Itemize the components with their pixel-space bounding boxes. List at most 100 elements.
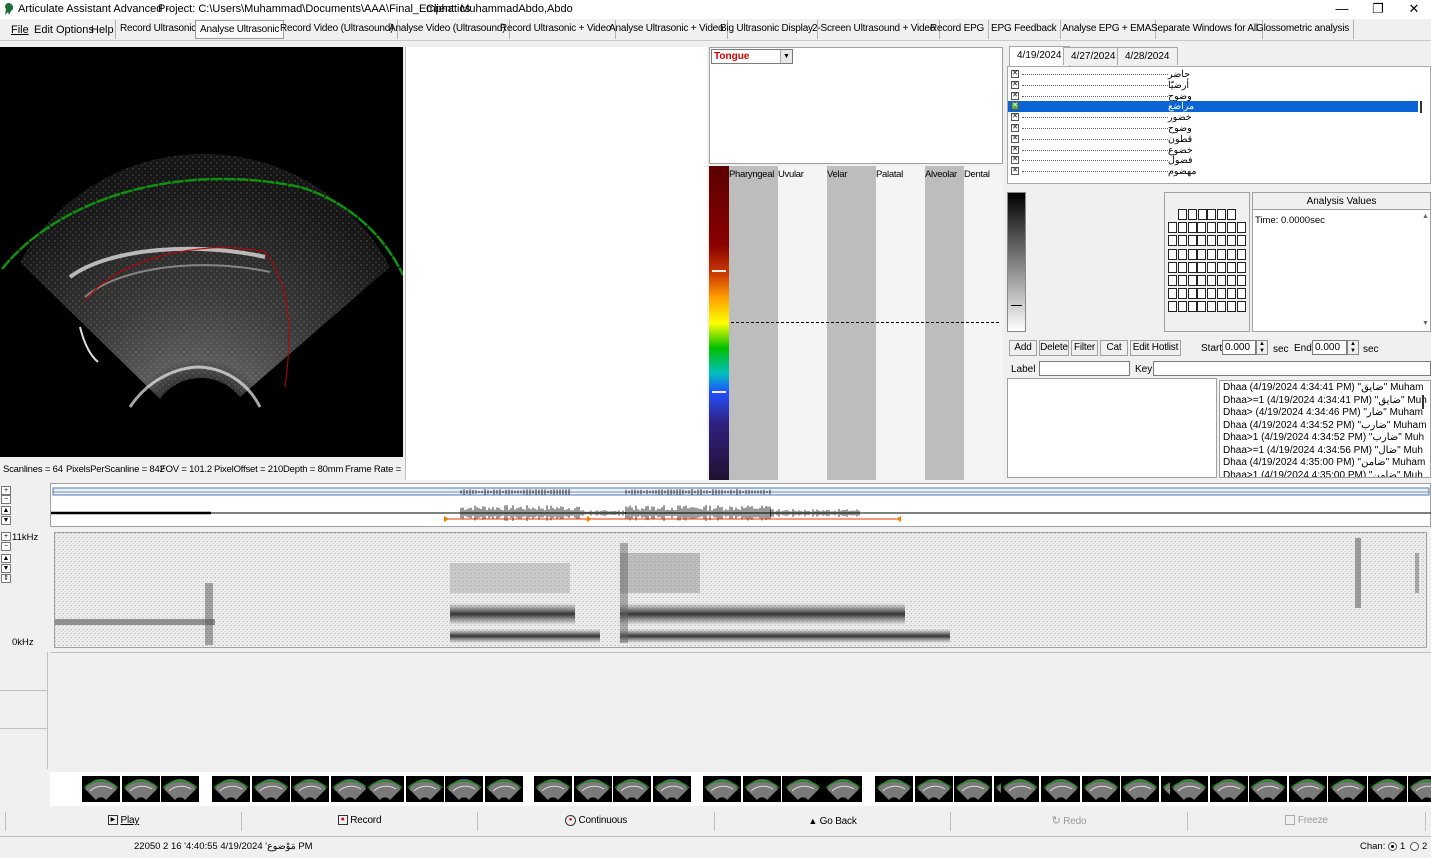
expand-icon[interactable]: ⇕: [1, 574, 11, 583]
scroll-up-icon[interactable]: ▲: [1, 506, 11, 515]
frame-thumbnail[interactable]: [823, 776, 862, 802]
frame-thumbnail[interactable]: [875, 776, 913, 802]
end-spinner-icon[interactable]: ▲ ▼: [1347, 340, 1359, 355]
frame-thumbnail[interactable]: [742, 776, 781, 802]
tab-record-ultrasonic[interactable]: Record Ultrasonic: [115, 20, 202, 39]
frame-thumbnail[interactable]: [405, 776, 444, 802]
list-item-selected[interactable]: ✕ مراضع: [1008, 101, 1418, 112]
frame-thumbnail[interactable]: [330, 776, 369, 802]
continuous-button[interactable]: ● Continuous: [478, 812, 715, 831]
selection-end-marker[interactable]: [896, 516, 901, 522]
scroll-up-icon[interactable]: ▲: [1, 554, 11, 563]
checkbox-icon[interactable]: ✕: [1011, 70, 1019, 78]
frame-thumbnail[interactable]: [652, 776, 691, 802]
list-item[interactable]: Dhaa>1 (4/19/2024 4:34:52 PM) "ضارب" Muh: [1223, 432, 1424, 443]
zoom-out-icon[interactable]: −: [1, 495, 11, 504]
list-item[interactable]: Dhaa (4/19/2024 4:35:00 PM) "ضامن" Muham: [1223, 457, 1425, 468]
video-panel[interactable]: [405, 47, 707, 480]
end-input[interactable]: 0.000: [1312, 340, 1347, 355]
filter-button[interactable]: Filter: [1071, 340, 1098, 356]
tab-record-ultrasonic-video[interactable]: Record Ultrasonic + Video: [496, 20, 617, 39]
tab-analyse-epg-ema[interactable]: Analyse EPG + EMA: [1058, 20, 1157, 39]
grayscale-marker[interactable]: [1011, 305, 1022, 306]
frame-thumbnail[interactable]: [251, 776, 290, 802]
go-back-button[interactable]: ▲ Go Back: [715, 812, 951, 831]
frame-thumbnail[interactable]: [1209, 776, 1248, 802]
checkbox-icon[interactable]: ✕: [1011, 80, 1019, 89]
frame-thumbnail[interactable]: [1081, 776, 1120, 802]
frame-thumbnail[interactable]: [784, 776, 822, 802]
frame-thumbnail[interactable]: [161, 776, 199, 802]
contour-select[interactable]: Tongue ▼: [711, 49, 793, 64]
hotlist[interactable]: Dhaa (4/19/2024 4:34:41 PM) "ضايق" Muham…: [1219, 380, 1431, 478]
minimize-button[interactable]: —: [1324, 0, 1360, 19]
start-spinner-icon[interactable]: ▲ ▼: [1256, 340, 1268, 355]
record-button[interactable]: ● Record: [242, 812, 478, 831]
frame-thumbnail[interactable]: [1042, 776, 1080, 802]
list-item[interactable]: Dhaa>1 (4/19/2024 4:35:00 PM) "ضامن" Muh: [1223, 470, 1423, 478]
frame-thumbnail[interactable]: [1170, 776, 1208, 802]
checkbox-icon[interactable]: ✕: [1011, 145, 1019, 154]
frame-thumbnail[interactable]: [366, 776, 404, 802]
key-input[interactable]: [1153, 361, 1431, 376]
zoom-in-icon[interactable]: +: [1, 486, 11, 495]
start-input[interactable]: 0.000: [1222, 340, 1256, 355]
add-button[interactable]: Add: [1009, 340, 1037, 356]
list-item[interactable]: Dhaa (4/19/2024 4:34:52 PM) "ضارب" Muham: [1223, 420, 1427, 431]
list-item[interactable]: ✕ وضوح: [1008, 91, 1418, 102]
tab-big-ultrasonic-display[interactable]: Big Ultrasonic Display: [716, 20, 818, 39]
scale-marker-bottom[interactable]: [712, 391, 726, 393]
frame-thumbnail[interactable]: [914, 776, 953, 802]
delete-button[interactable]: Delete: [1039, 340, 1069, 356]
waveform-view[interactable]: [50, 483, 1431, 527]
list-item[interactable]: ✕ وضوح: [1008, 123, 1418, 134]
notes-area[interactable]: [1007, 378, 1217, 478]
scroll-up-icon[interactable]: ▲: [1422, 213, 1429, 220]
tab-glossometric-analysis[interactable]: Glossometric analysis: [1252, 20, 1355, 39]
scroll-down-icon[interactable]: ▼: [1, 516, 11, 525]
scroll-down-icon[interactable]: ▼: [1, 564, 11, 573]
frame-thumbnail[interactable]: [534, 776, 572, 802]
frame-thumbnail[interactable]: [82, 776, 120, 802]
tab-date-3[interactable]: 4/28/2024: [1117, 47, 1178, 65]
frame-thumbnail[interactable]: [703, 776, 741, 802]
play-button[interactable]: ▶ Play: [5, 812, 242, 831]
zoom-in-icon[interactable]: +: [1, 532, 11, 541]
list-item[interactable]: Dhaa>=1 (4/19/2024 4:34:41 PM) "ضايق" Mu…: [1223, 395, 1427, 406]
checkbox-icon[interactable]: ✕: [1011, 124, 1019, 132]
list-scrollbar[interactable]: [1420, 101, 1422, 113]
cat-button[interactable]: Cat: [1100, 340, 1128, 356]
frame-thumbnail[interactable]: [212, 776, 250, 802]
list-item[interactable]: ✕ حاضر: [1008, 69, 1418, 80]
checkbox-icon[interactable]: ✕: [1011, 102, 1019, 111]
ultrasound-view[interactable]: [0, 47, 403, 457]
list-item[interactable]: ✕ خضور: [1008, 112, 1418, 123]
freeze-button[interactable]: Freeze: [1188, 812, 1426, 831]
frame-thumbnail[interactable]: [1368, 776, 1407, 802]
tab-epg-feedback[interactable]: EPG Feedback: [987, 20, 1062, 39]
frame-thumbnail[interactable]: [954, 776, 992, 802]
list-item[interactable]: ✕ أرضيّا: [1008, 80, 1418, 91]
tab-date-1[interactable]: 4/19/2024: [1009, 46, 1070, 66]
annotation-area[interactable]: [50, 652, 1431, 769]
edit-hotlist-button[interactable]: Edit Hotlist: [1130, 340, 1181, 356]
chevron-down-icon[interactable]: ▼: [780, 50, 792, 63]
channel-radio-1[interactable]: [1388, 842, 1397, 851]
frame-thumbnail[interactable]: [1249, 776, 1287, 802]
spectrogram-view[interactable]: [54, 532, 1427, 648]
tab-record-video-ultrasound[interactable]: Record Video (Ultrasound): [276, 20, 399, 39]
frame-thumbnail[interactable]: [1408, 776, 1431, 802]
frame-thumbnail[interactable]: [484, 776, 523, 802]
frame-thumbnail[interactable]: [1121, 776, 1159, 802]
checkbox-icon[interactable]: ✕: [1011, 91, 1019, 100]
checkbox-icon[interactable]: ✕: [1011, 156, 1019, 165]
list-item[interactable]: ✕ قطون: [1008, 134, 1418, 145]
list-item[interactable]: Dhaa> (4/19/2024 4:34:46 PM) "ضار" Muham: [1223, 407, 1423, 418]
list-item[interactable]: ✕ فضول: [1008, 155, 1418, 166]
tab-analyse-ultrasonic-video[interactable]: Analyse Ultrasonic + Video: [605, 20, 729, 39]
frame-thumbnail[interactable]: [121, 776, 160, 802]
tab-record-epg[interactable]: Record EPG: [926, 20, 990, 39]
selection-mid-marker[interactable]: [587, 516, 592, 522]
frame-thumbnail[interactable]: [1288, 776, 1327, 802]
frame-thumbnail[interactable]: [1001, 776, 1039, 802]
